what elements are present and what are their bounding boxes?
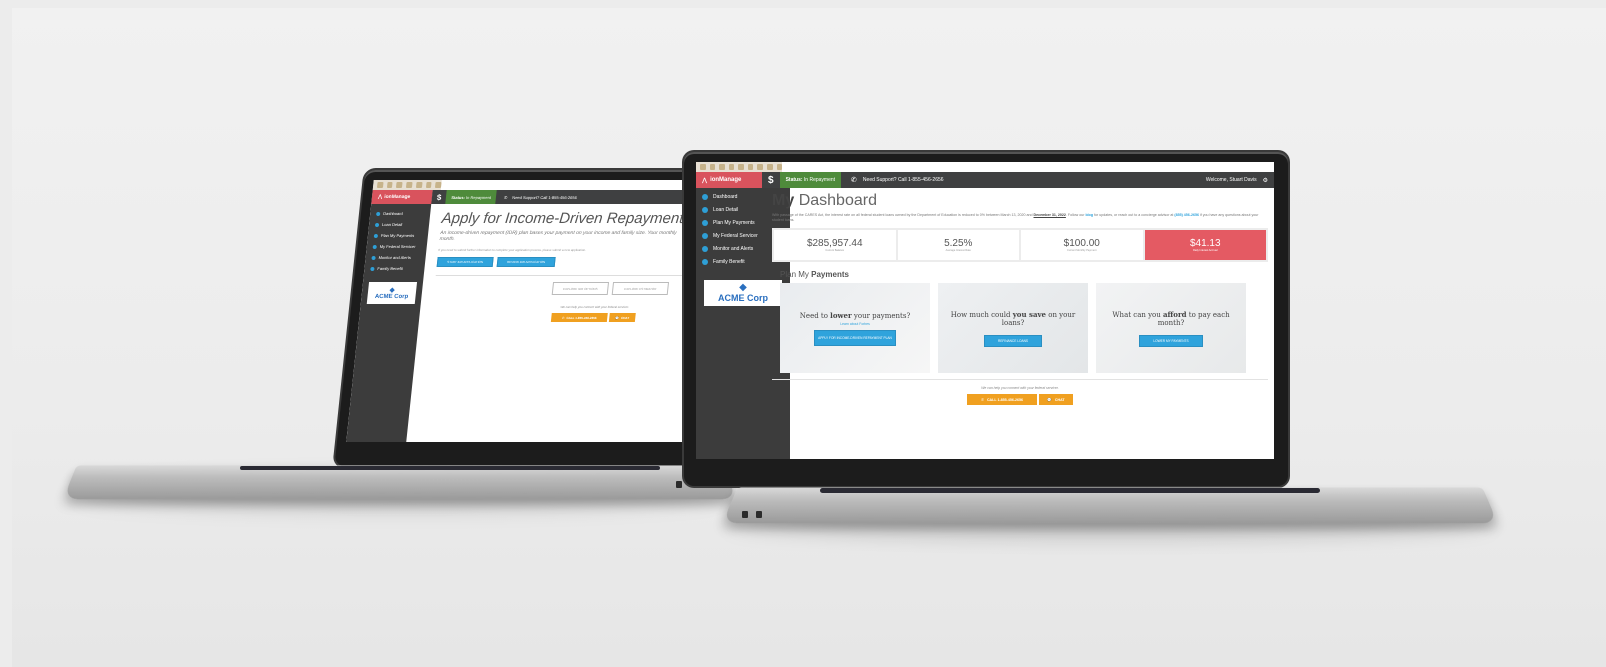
intro-part: With passage of the CARES Act, the inter… bbox=[772, 213, 1033, 217]
main-content: My Dashboard With passage of the CARES A… bbox=[772, 192, 1268, 405]
phone-icon: ✆ bbox=[851, 177, 857, 184]
card-save: How much could you save on your loans? R… bbox=[938, 283, 1088, 373]
q-bold: you save bbox=[1012, 309, 1046, 319]
card-lower-payments: Need to lower your payments? Learn about… bbox=[780, 283, 930, 373]
q-part: Need to bbox=[799, 311, 831, 320]
section-title: Plan My Payments bbox=[780, 270, 1268, 279]
sidebar-item-label: Loan Detail bbox=[713, 206, 739, 213]
learn-more-link[interactable]: Learn about Forbes bbox=[840, 322, 870, 326]
status-label: Status: bbox=[785, 177, 803, 183]
stat-value: $285,957.44 bbox=[806, 238, 863, 249]
call-button[interactable]: ✆ CALL 1-855-456-2656 bbox=[967, 394, 1037, 405]
stat-value: 5.25% bbox=[944, 238, 973, 249]
card-afford: What can you afford to pay each month? L… bbox=[1096, 283, 1246, 373]
chat-icon: 💬 bbox=[1047, 397, 1052, 402]
stat-value: $100.00 bbox=[1063, 238, 1100, 249]
support-text: Need Support? Call 1-855-456-2656 bbox=[862, 177, 944, 183]
sidebar-item-label: Monitor and Alerts bbox=[713, 245, 754, 252]
stat-label: Daily Interest Accrual bbox=[1193, 249, 1218, 252]
payment-cards: Need to lower your payments? Learn about… bbox=[780, 283, 1268, 373]
intro-date: December 31, 2022 bbox=[1033, 213, 1066, 217]
title-rest: Dashboard bbox=[798, 192, 877, 209]
card-question: Need to lower your payments? bbox=[800, 311, 910, 320]
people-icon bbox=[702, 258, 708, 265]
call-label: CALL 1-855-456-2656 bbox=[986, 397, 1024, 402]
right-laptop-screen: ⋀ ionManage Dashboard Loan Detail Plan M… bbox=[696, 162, 1274, 459]
apply-idr-button[interactable]: APPLY FOR INCOME-DRIVEN REPAYMENT PLAN bbox=[814, 329, 896, 346]
lower-payments-button[interactable]: LOWER MY PAYMENTS bbox=[1139, 334, 1203, 347]
stat-card-highlight: $41.13 Daily Interest Accrual bbox=[1144, 230, 1266, 260]
q-part: your payments? bbox=[851, 311, 911, 320]
dashboard-icon bbox=[702, 193, 708, 200]
refinance-button[interactable]: REFINANCE LOANS bbox=[984, 334, 1042, 347]
card-question: How much could you save on your loans? bbox=[938, 310, 1088, 327]
status-badge: Status: In Repayment bbox=[779, 172, 842, 188]
info-icon bbox=[702, 232, 708, 239]
usb-port bbox=[756, 511, 762, 518]
section-title-plain: Plan My bbox=[780, 270, 809, 279]
title-bold: My bbox=[772, 192, 795, 209]
stat-card: $285,957.44 Current Balance bbox=[774, 230, 896, 260]
right-laptop: ⋀ ionManage Dashboard Loan Detail Plan M… bbox=[0, 0, 1606, 560]
intro-part: updates, or reach out to a concierge adv… bbox=[1099, 213, 1174, 217]
gear-icon[interactable]: ⚙ bbox=[1257, 177, 1274, 184]
phone-icon: ✆ bbox=[980, 397, 984, 402]
dollar-icon: $ bbox=[768, 174, 774, 186]
stat-value: $41.13 bbox=[1189, 238, 1221, 249]
intro-part: for bbox=[1094, 213, 1099, 217]
q-part: How much could bbox=[950, 310, 1013, 319]
q-part: What can you bbox=[1112, 310, 1164, 319]
stat-label: Current Monthly Payment bbox=[1067, 249, 1097, 252]
taskbar-strip bbox=[696, 162, 783, 172]
sidebar-item-label: Dashboard bbox=[713, 193, 738, 200]
card-question: What can you afford to pay each month? bbox=[1096, 310, 1246, 327]
stat-label: Average Interest Rate bbox=[945, 249, 971, 252]
intro-part: . Follow our bbox=[1065, 213, 1085, 217]
status-value: In Repayment bbox=[803, 177, 836, 183]
stats-row: $285,957.44 Current Balance 5.25% Averag… bbox=[772, 228, 1268, 262]
brand-name: ionManage bbox=[710, 177, 742, 183]
list-icon bbox=[702, 219, 708, 226]
stat-card: 5.25% Average Interest Rate bbox=[897, 230, 1019, 260]
intro-text: With passage of the CARES Act, the inter… bbox=[772, 213, 1268, 223]
top-bar: $ Status: In Repayment ✆ Need Support? C… bbox=[762, 172, 1274, 188]
q-bold: afford bbox=[1163, 309, 1187, 319]
sidebar-item-label: My Federal Servicer bbox=[713, 232, 758, 239]
page-title: My Dashboard bbox=[772, 192, 1268, 210]
bell-icon bbox=[702, 245, 708, 252]
acme-logo: ◆ ACME Corp bbox=[704, 280, 782, 306]
phone-link[interactable]: (855) 456-2656 bbox=[1174, 213, 1199, 217]
blog-link[interactable]: blog bbox=[1085, 213, 1093, 217]
chat-label: CHAT bbox=[1054, 397, 1065, 402]
chart-icon bbox=[702, 206, 708, 213]
welcome-text: Welcome, Stuart Davis bbox=[1205, 177, 1257, 183]
usb-port bbox=[742, 511, 748, 518]
sidebar-item-label: Plan My Payments bbox=[713, 219, 755, 226]
sidebar-item-label: Family Benefit bbox=[713, 258, 745, 265]
section-title-bold: Payments bbox=[811, 270, 849, 279]
help-text: We can help you connect with your federa… bbox=[981, 386, 1059, 390]
stat-card: $100.00 Current Monthly Payment bbox=[1021, 230, 1143, 260]
brand-mark-icon: ⋀ bbox=[702, 177, 708, 184]
chat-button[interactable]: 💬 CHAT bbox=[1039, 394, 1073, 405]
stat-label: Current Balance bbox=[825, 249, 845, 252]
q-bold: lower bbox=[830, 310, 852, 320]
diamond-logo-icon: ◆ bbox=[739, 282, 747, 293]
right-keyboard bbox=[820, 488, 1320, 493]
logo-text: ACME Corp bbox=[718, 293, 768, 303]
